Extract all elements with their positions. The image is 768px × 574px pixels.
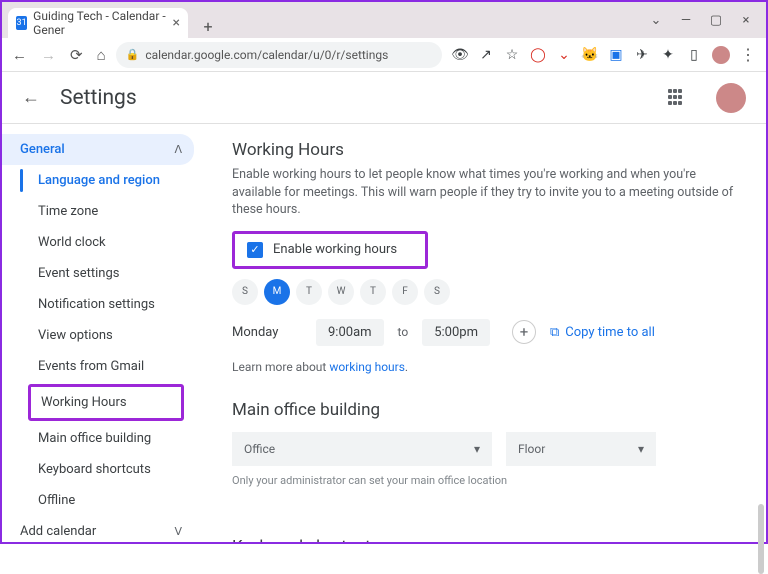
back-icon[interactable]: ← <box>12 46 27 64</box>
sidebar-item-world-clock[interactable]: World clock <box>2 227 194 258</box>
checkbox-checked-icon: ✓ <box>247 242 263 258</box>
browser-tab-strip: 31 Guiding Tech - Calendar - Gener × + ⌄… <box>2 2 766 38</box>
reload-icon[interactable]: ⟳ <box>70 46 83 64</box>
sidebar-label: Add calendar <box>20 524 96 539</box>
day-sat[interactable]: S <box>424 279 450 305</box>
account-avatar[interactable] <box>716 83 746 113</box>
telegram-extension-icon[interactable]: ✈ <box>634 47 650 63</box>
sidebar-item-main-office[interactable]: Main office building <box>2 423 194 454</box>
dropdown-icon: ▾ <box>638 442 644 456</box>
day-wed[interactable]: W <box>328 279 354 305</box>
copy-icon: ⧉ <box>550 325 559 340</box>
eye-icon[interactable]: 👁 <box>452 47 468 63</box>
time-to-label: to <box>398 325 409 339</box>
sidebar-item-event-settings[interactable]: Event settings <box>2 258 194 289</box>
day-sun[interactable]: S <box>232 279 258 305</box>
back-arrow-icon[interactable]: ← <box>22 87 40 108</box>
office-note: Only your administrator can set your mai… <box>232 474 736 487</box>
learn-more-text: Learn more about working hours. <box>232 360 736 374</box>
extension-icon[interactable]: 🐱 <box>582 47 598 63</box>
home-icon[interactable]: ⌂ <box>97 46 106 64</box>
url-field[interactable]: 🔒 calendar.google.com/calendar/u/0/r/set… <box>116 42 442 68</box>
sidebar-item-notification[interactable]: Notification settings <box>2 289 194 320</box>
office-select[interactable]: Office ▾ <box>232 432 492 466</box>
maximize-icon[interactable]: ▢ <box>708 13 724 28</box>
dropdown-icon: ▾ <box>474 442 480 456</box>
profile-avatar-icon[interactable] <box>712 46 730 64</box>
extension-icon[interactable]: ▣ <box>608 47 624 63</box>
tab-title: Guiding Tech - Calendar - Gener <box>33 9 166 37</box>
day-name: Monday <box>232 325 302 340</box>
end-time-input[interactable]: 5:00pm <box>422 319 490 346</box>
enable-working-hours-checkbox[interactable]: ✓ Enable working hours <box>237 236 407 264</box>
extension-icons: 👁 ↗ ☆ ◯ ⌄ 🐱 ▣ ✈ ✦ ▯ ⋮ <box>452 45 756 64</box>
section-title-keyboard: Keyboard shortcuts <box>232 537 736 543</box>
checkbox-label: Enable working hours <box>273 242 397 257</box>
add-time-button[interactable]: + <box>512 320 536 344</box>
sidebar-section-add-calendar[interactable]: Add calendar ᐯ <box>2 516 194 542</box>
apps-grid-icon[interactable] <box>668 89 686 107</box>
calendar-favicon-icon: 31 <box>16 16 27 30</box>
minimize-icon[interactable]: — <box>678 13 694 28</box>
forward-icon[interactable]: → <box>41 46 56 64</box>
browser-address-bar: ← → ⟳ ⌂ 🔒 calendar.google.com/calendar/u… <box>2 38 766 72</box>
scrollbar-thumb[interactable] <box>758 504 764 574</box>
settings-sidebar: General ᐱ Language and region Time zone … <box>2 124 202 542</box>
settings-header: ← Settings <box>2 72 766 124</box>
chevron-down-icon: ᐯ <box>174 525 182 538</box>
floor-select[interactable]: Floor ▾ <box>506 432 656 466</box>
working-hours-description: Enable working hours to let people know … <box>232 166 736 219</box>
share-icon[interactable]: ↗ <box>478 47 494 63</box>
sidebar-section-general[interactable]: General ᐱ <box>2 134 194 165</box>
window-controls: ⌄ — ▢ × <box>648 2 766 38</box>
sidebar-label: General <box>20 142 65 157</box>
sidebar-item-working-hours[interactable]: Working Hours <box>31 387 181 418</box>
day-thu[interactable]: T <box>360 279 386 305</box>
copy-time-button[interactable]: ⧉ Copy time to all <box>550 325 655 340</box>
day-fri[interactable]: F <box>392 279 418 305</box>
sidebar-item-timezone[interactable]: Time zone <box>2 196 194 227</box>
settings-main: Working Hours Enable working hours to le… <box>202 124 766 542</box>
section-title-working-hours: Working Hours <box>232 140 736 160</box>
sidebar-item-view-options[interactable]: View options <box>2 320 194 351</box>
page-title: Settings <box>60 86 137 110</box>
chevron-down-icon[interactable]: ⌄ <box>648 13 664 28</box>
sidebar-item-offline[interactable]: Offline <box>2 485 194 516</box>
pocket-extension-icon[interactable]: ⌄ <box>556 47 572 63</box>
opera-extension-icon[interactable]: ◯ <box>530 47 546 63</box>
sidebar-item-keyboard-shortcuts[interactable]: Keyboard shortcuts <box>2 454 194 485</box>
day-picker: S M T W T F S <box>232 279 736 305</box>
close-window-icon[interactable]: × <box>738 13 754 28</box>
start-time-input[interactable]: 9:00am <box>316 319 384 346</box>
browser-tab[interactable]: 31 Guiding Tech - Calendar - Gener × <box>8 8 188 38</box>
lock-icon: 🔒 <box>126 48 140 61</box>
sidepanel-icon[interactable]: ▯ <box>686 47 702 63</box>
close-tab-icon[interactable]: × <box>173 15 180 31</box>
working-hours-row: Monday 9:00am to 5:00pm + ⧉ Copy time to… <box>232 319 736 346</box>
star-icon[interactable]: ☆ <box>504 47 520 63</box>
chevron-up-icon: ᐱ <box>174 143 182 156</box>
extensions-puzzle-icon[interactable]: ✦ <box>660 47 676 63</box>
content: General ᐱ Language and region Time zone … <box>2 124 766 542</box>
browser-menu-icon[interactable]: ⋮ <box>740 45 756 64</box>
day-tue[interactable]: T <box>296 279 322 305</box>
sidebar-item-language[interactable]: Language and region <box>2 165 194 196</box>
sidebar-item-events-gmail[interactable]: Events from Gmail <box>2 351 194 382</box>
working-hours-link[interactable]: working hours <box>329 360 405 374</box>
section-title-office: Main office building <box>232 400 736 420</box>
new-tab-button[interactable]: + <box>196 14 220 38</box>
url-text: calendar.google.com/calendar/u/0/r/setti… <box>145 48 388 62</box>
day-mon[interactable]: M <box>264 279 290 305</box>
